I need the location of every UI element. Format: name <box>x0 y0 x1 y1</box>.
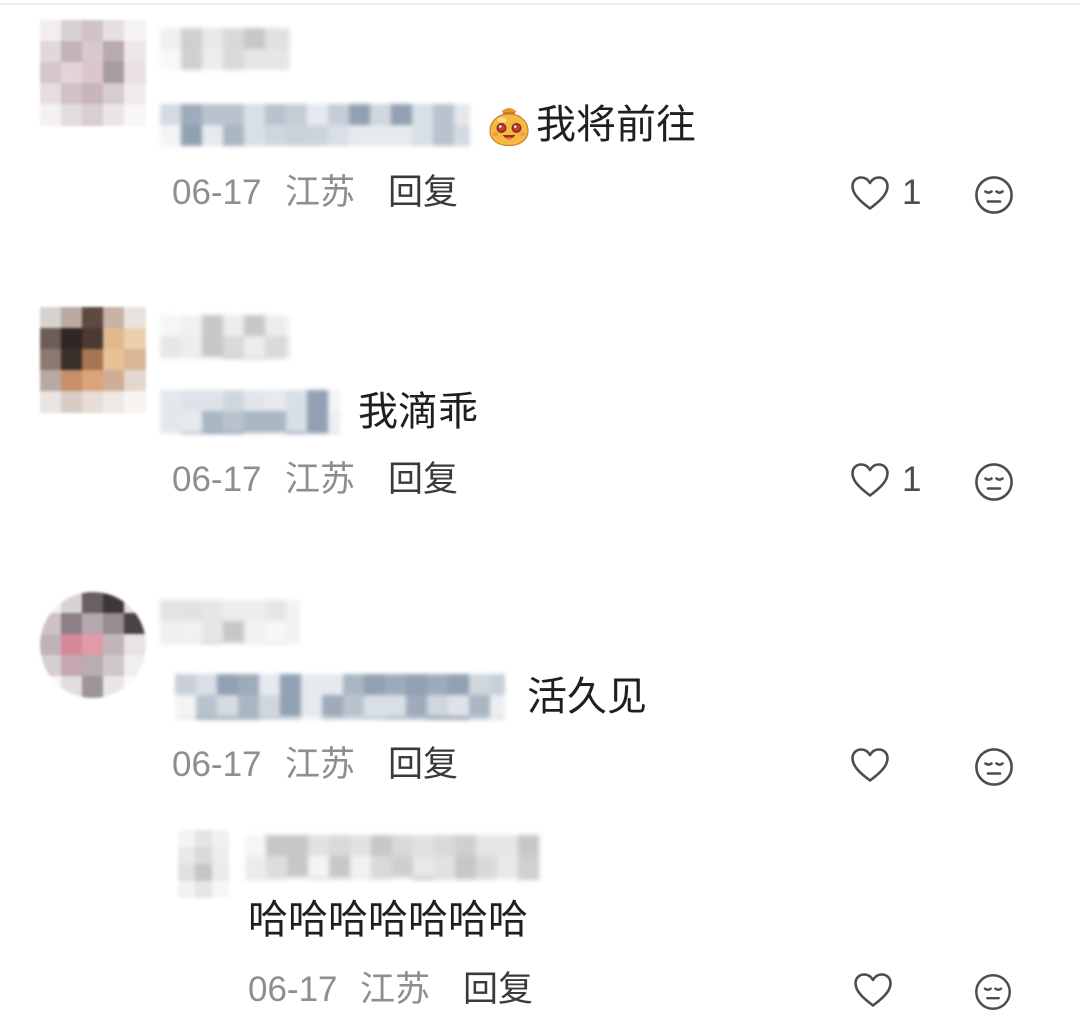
like-button[interactable] <box>850 175 890 211</box>
comment-item: 我滴乖 06-17 江苏 回复 1 <box>0 287 1080 527</box>
meh-face-icon[interactable] <box>974 175 1014 215</box>
comment-date: 06-17 <box>172 460 262 499</box>
comment-text: 活久见 <box>527 675 647 719</box>
heart-icon[interactable] <box>853 972 893 1008</box>
comment-content: 我将前往 <box>160 103 696 147</box>
comment-text: 我将前往 <box>536 103 696 147</box>
like-count: 1 <box>902 460 922 499</box>
comment-text: 我滴乖 <box>358 390 478 434</box>
meh-face-icon[interactable] <box>974 973 1012 1011</box>
comment-location: 江苏 <box>285 460 356 499</box>
username-redacted[interactable] <box>160 28 290 70</box>
comment-item: 活久见 06-17 江苏 回复 <box>0 572 1080 812</box>
comment-date: 06-17 <box>172 173 262 212</box>
username-redacted[interactable] <box>160 600 300 644</box>
reply-button[interactable]: 回复 <box>388 460 458 500</box>
avatar[interactable] <box>40 20 146 126</box>
reply-text: 哈哈哈哈哈哈哈 <box>248 898 528 942</box>
meh-face-icon[interactable] <box>974 747 1014 787</box>
username-redacted[interactable] <box>245 835 540 880</box>
comment-location: 江苏 <box>285 173 356 212</box>
avatar[interactable] <box>40 307 146 413</box>
dislike-button[interactable] <box>974 747 1014 787</box>
avatar[interactable] <box>40 592 146 698</box>
comment-content: 我滴乖 <box>160 390 478 434</box>
heart-icon[interactable] <box>850 175 890 211</box>
like-button[interactable] <box>850 462 890 498</box>
username-redacted[interactable] <box>160 315 290 359</box>
like-button[interactable] <box>853 972 893 1008</box>
comment-content: 活久见 <box>160 674 647 720</box>
reply-button[interactable]: 回复 <box>388 173 458 213</box>
reply-location: 江苏 <box>360 970 431 1009</box>
dislike-button[interactable] <box>974 462 1014 502</box>
reply-item: 哈哈哈哈哈哈哈 06-17 江苏 回复 <box>0 815 1080 1012</box>
like-count: 1 <box>902 173 922 212</box>
heart-icon[interactable] <box>850 462 890 498</box>
dislike-button[interactable] <box>974 175 1014 215</box>
mention-redacted[interactable] <box>160 104 470 146</box>
reply-date: 06-17 <box>248 970 338 1009</box>
like-button[interactable] <box>850 747 890 783</box>
reply-button[interactable]: 回复 <box>388 745 458 785</box>
comment-section: 我将前往 06-17 江苏 回复 1 我滴乖 06-17 江苏 回复 1 活久见… <box>0 0 1080 1012</box>
meh-face-icon[interactable] <box>974 462 1014 502</box>
comment-location: 江苏 <box>285 745 356 784</box>
mention-redacted[interactable] <box>175 674 505 720</box>
comment-date: 06-17 <box>172 745 262 784</box>
dislike-button[interactable] <box>974 973 1012 1011</box>
comment-item: 我将前往 06-17 江苏 回复 1 <box>0 0 1080 240</box>
heart-icon[interactable] <box>850 747 890 783</box>
money-bag-face-emoji <box>489 108 529 147</box>
mention-redacted[interactable] <box>160 390 340 434</box>
reply-avatar[interactable] <box>178 830 229 898</box>
reply-button[interactable]: 回复 <box>463 970 533 1010</box>
